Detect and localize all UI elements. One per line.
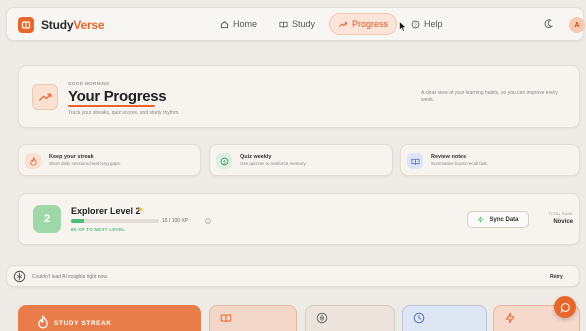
stat-label: STUDY STREAK: [54, 320, 112, 327]
tip-card-quiz: $ Quiz weekly Use quizzes to reinforce m…: [209, 144, 393, 176]
moon-icon[interactable]: [544, 18, 555, 29]
progress-hero-card: GOOD MORNING Your Progress Track your st…: [18, 65, 580, 128]
tip-subtitle: Short daily sessions beat long gaps.: [49, 161, 122, 166]
greeting-label: GOOD MORNING: [68, 81, 110, 86]
home-icon: [220, 20, 229, 29]
avatar[interactable]: A: [569, 17, 585, 33]
xp-progress-bar: [71, 219, 159, 223]
page-title: Your Progress: [68, 88, 167, 105]
quiz-icon: $: [216, 153, 232, 169]
brain-icon: [316, 312, 328, 324]
svg-text:$: $: [223, 159, 226, 164]
chat-bubble-icon: [560, 302, 571, 313]
sync-data-button[interactable]: Sync Data: [467, 211, 529, 228]
tip-title: Keep your streak: [49, 154, 94, 160]
main-nav: Home Study Progress ? Help: [212, 13, 451, 35]
lightning-icon: [504, 312, 516, 324]
retry-button[interactable]: Retry: [550, 274, 563, 280]
hero-description: A clear view of your learning habits, so…: [421, 90, 559, 103]
level-card: 2 Explorer Level 2 ★ 15 / 100 XP 85 XP T…: [18, 193, 580, 245]
nav-study-label: Study: [292, 19, 316, 29]
book-icon: [220, 312, 232, 324]
stat-card-books[interactable]: [209, 305, 297, 331]
nav-progress-label: Progress: [352, 19, 389, 29]
level-title: Explorer Level 2: [71, 206, 141, 216]
tip-title: Review notes: [431, 154, 467, 160]
nav-progress[interactable]: Progress: [329, 13, 398, 35]
tip-subtitle: Summaries boost recall fast.: [431, 161, 488, 166]
alert-message: Couldn't load AI insights right now.: [32, 274, 109, 280]
info-icon[interactable]: [205, 218, 211, 224]
stat-card-brain[interactable]: [305, 305, 395, 331]
ai-insights-alert: Couldn't load AI insights right now. Ret…: [6, 265, 580, 287]
level-badge: 2: [33, 205, 61, 233]
brand-name[interactable]: StudyVerse: [41, 18, 105, 32]
notes-icon: [407, 153, 423, 169]
rank-label: TOTAL RANK: [548, 212, 573, 216]
tip-title: Quiz weekly: [240, 154, 272, 160]
trend-up-icon: [32, 84, 58, 110]
nav-help[interactable]: ? Help: [403, 13, 451, 35]
xp-progress-fill: [71, 219, 85, 223]
tip-subtitle: Use quizzes to reinforce memory.: [240, 161, 307, 166]
rank-value: Novice: [553, 219, 573, 225]
tip-card-streak: Keep your streak Short daily sessions be…: [18, 144, 201, 176]
flame-icon: [36, 315, 50, 329]
sync-data-label: Sync Data: [489, 216, 519, 223]
nav-help-label: Help: [424, 19, 443, 29]
flame-icon: [25, 153, 41, 169]
book-icon[interactable]: [18, 17, 34, 33]
page-subtitle: Track your streaks, quiz scores, and stu…: [68, 110, 180, 116]
help-circle-icon: ?: [411, 20, 420, 29]
trend-up-icon: [338, 20, 348, 29]
nav-home[interactable]: Home: [212, 13, 265, 35]
brand-name-part1: Study: [41, 18, 74, 32]
mouse-cursor-icon: [399, 21, 407, 32]
xp-text: 15 / 100 XP: [162, 218, 189, 224]
stat-card-study-streak[interactable]: STUDY STREAK: [18, 305, 201, 331]
clock-icon: [413, 312, 425, 324]
nav-study[interactable]: Study: [271, 13, 323, 35]
lightning-icon: [477, 216, 484, 223]
stat-card-time[interactable]: [402, 305, 487, 331]
chat-fab-button[interactable]: [554, 296, 576, 318]
next-level-text: 85 XP TO NEXT LEVEL: [71, 227, 126, 232]
top-navigation-bar: StudyVerse Home Study Progress ? Help A: [6, 7, 585, 41]
open-book-icon: [279, 20, 288, 29]
svg-text:?: ?: [414, 22, 417, 27]
title-underline: [68, 105, 155, 107]
brand-name-part2: Verse: [73, 18, 105, 32]
nav-home-label: Home: [233, 19, 258, 29]
tip-card-review: Review notes Summaries boost recall fast…: [400, 144, 580, 176]
star-icon: ★: [137, 205, 145, 214]
brain-icon: [13, 270, 26, 283]
